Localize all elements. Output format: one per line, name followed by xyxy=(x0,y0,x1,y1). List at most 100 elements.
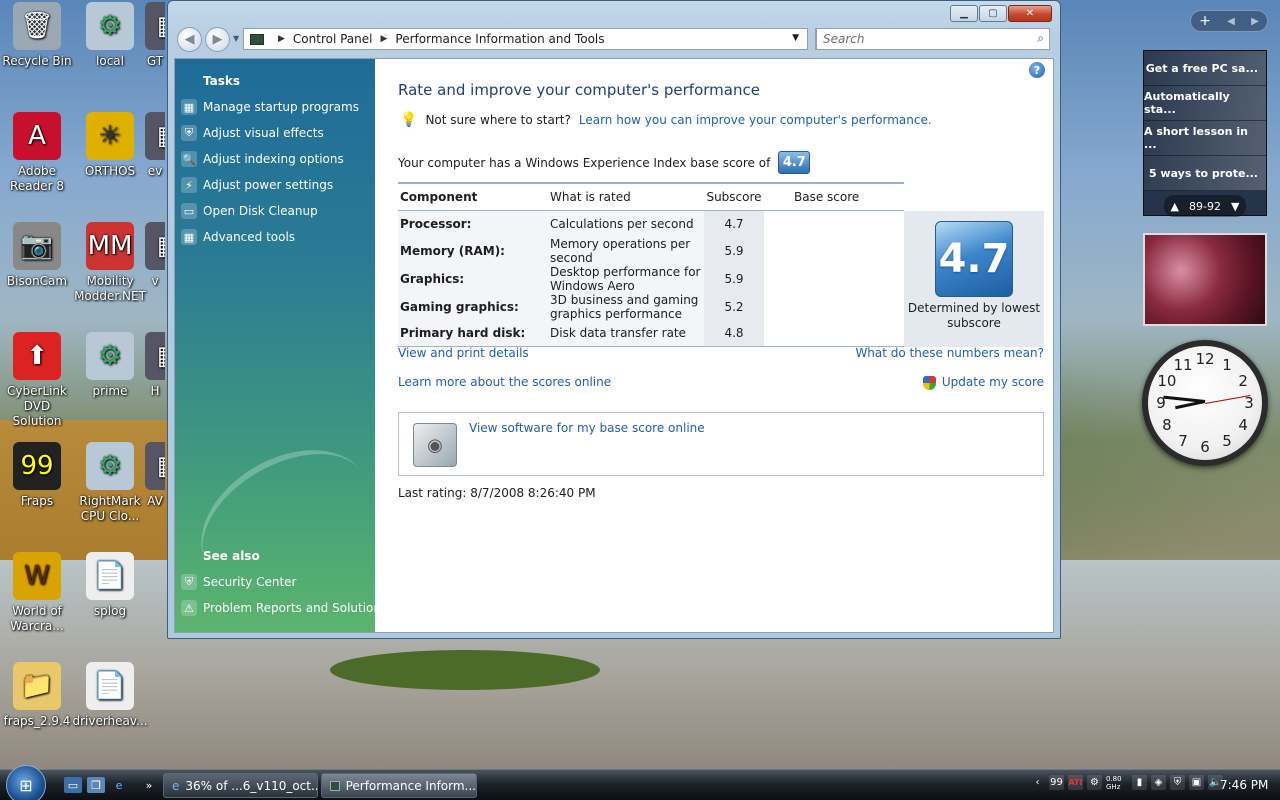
sidebar-next-icon[interactable]: ▶ xyxy=(1251,16,1259,27)
column-header-base-score: Base score xyxy=(764,182,904,211)
base-score-cell: 4.7 Determined by lowest subscore xyxy=(904,210,1044,347)
desktop-icon[interactable]: 📄 splog xyxy=(72,552,148,619)
feed-headline[interactable]: A short lesson in ... xyxy=(1144,121,1266,156)
desktop-icon-image: 📷 xyxy=(13,222,61,270)
slideshow-gadget[interactable] xyxy=(1143,233,1267,326)
desktop-icon[interactable]: 99 Fraps xyxy=(0,442,75,509)
desktop-icon[interactable]: ⬆ CyberLink DVD Solution xyxy=(0,332,75,429)
security-tray-icon[interactable]: ⛨ xyxy=(1170,775,1185,790)
fraps-tray-icon[interactable]: 99 xyxy=(1049,775,1064,790)
task-link[interactable]: ⛨ Security Center xyxy=(181,572,296,592)
address-dropdown-icon[interactable]: ▼ xyxy=(792,33,799,43)
spacer-cell xyxy=(764,210,904,237)
desktop-icon-label: Adobe Reader 8 xyxy=(10,164,64,193)
internet-explorer-icon[interactable]: e xyxy=(110,777,128,793)
desktop-icon[interactable]: A Adobe Reader 8 xyxy=(0,112,75,194)
component-cell: Gaming graphics: xyxy=(398,292,548,321)
desktop-icon[interactable]: ▦ GT xyxy=(145,2,165,69)
window-client-area: Tasks ▦ Manage startup programs ⛨ Adjust vi… xyxy=(174,58,1054,633)
desktop-icon[interactable]: MM Mobility Modder.NET xyxy=(72,222,148,304)
network-tray-icon[interactable]: ▣ xyxy=(1189,775,1204,790)
desktop-icon-label: RightMark CPU Clo... xyxy=(79,494,141,523)
switch-windows-icon[interactable]: ❐ xyxy=(87,777,105,793)
base-score-badge: 4.7 xyxy=(778,151,811,174)
task-icon: ⛨ xyxy=(181,574,197,590)
uac-shield-icon xyxy=(922,375,936,390)
desktop-icon[interactable]: ☀ ORTHOS xyxy=(72,112,148,179)
desktop-icon[interactable]: 📷 BisonCam xyxy=(0,222,75,289)
taskbar-button-performance[interactable]: Performance Inform... xyxy=(321,773,477,798)
taskbar-clock[interactable]: 7:46 PM xyxy=(1220,778,1268,792)
desktop-icon[interactable]: W World of Warcra... xyxy=(0,552,75,634)
desktop-icon[interactable]: 📄 driverheav... xyxy=(72,662,148,729)
component-cell: Processor: xyxy=(398,210,548,237)
add-gadget-icon[interactable]: + xyxy=(1199,13,1211,29)
desktop-icon-label: ORTHOS xyxy=(84,164,136,178)
more-quicklaunch-icon[interactable]: » xyxy=(140,777,158,793)
back-button[interactable]: ◀ xyxy=(177,27,202,52)
subscore-cell: 4.7 xyxy=(704,210,764,237)
task-link[interactable]: 🔍 Adjust indexing options xyxy=(181,149,344,169)
feed-headline[interactable]: Get a free PC sa... xyxy=(1144,51,1266,86)
chevron-right-icon[interactable]: ▶ xyxy=(278,34,285,44)
performance-window: ▁ ▢ ✕ ◀ ▶ ▼ ▶ Control Panel ▶ Performanc… xyxy=(167,0,1061,639)
update-score-group: Update my score xyxy=(922,375,1044,390)
desktop-icon-label: splog xyxy=(93,604,127,618)
desktop-icon-label: CyberLink DVD Solution xyxy=(7,384,67,428)
taskbar-button-ie[interactable]: e 36% of ...6_v110_oct... xyxy=(163,773,318,798)
start-button[interactable]: ⊞ xyxy=(6,765,46,800)
desktop-icon[interactable]: ▦ AV xyxy=(145,442,165,509)
search-input[interactable]: Search ⌕ xyxy=(816,28,1050,50)
close-button[interactable]: ✕ xyxy=(1008,5,1052,22)
desktop-icon[interactable]: ▦v xyxy=(145,222,165,289)
cpu-meter-icon[interactable]: ▮ xyxy=(1132,775,1147,790)
task-link[interactable]: ⛨ Adjust visual effects xyxy=(181,123,324,143)
tray-app-icon[interactable]: ◈ xyxy=(1151,775,1166,790)
feed-down-icon[interactable]: ▼ xyxy=(1231,200,1239,213)
ati-tray-icon[interactable]: ATI xyxy=(1068,775,1083,790)
numbers-mean-link[interactable]: What do these numbers mean? xyxy=(855,346,1044,360)
learn-more-scores-link[interactable]: Learn more about the scores online xyxy=(398,375,611,389)
spacer-cell xyxy=(764,236,904,265)
breadcrumb-control-panel[interactable]: Control Panel xyxy=(293,32,373,46)
sidebar-prev-icon[interactable]: ◀ xyxy=(1227,16,1235,27)
view-print-details-link[interactable]: View and print details xyxy=(398,346,529,360)
desktop-icon[interactable]: 📁 fraps_2.9.4 xyxy=(0,662,75,729)
forward-button[interactable]: ▶ xyxy=(205,27,230,52)
feed-headline[interactable]: Automatically sta... xyxy=(1144,86,1266,121)
maximize-button[interactable]: ▢ xyxy=(979,5,1007,22)
task-link[interactable]: ▦ Manage startup programs xyxy=(181,97,359,117)
task-link[interactable]: ▭ Open Disk Cleanup xyxy=(181,201,318,221)
recent-pages-dropdown[interactable]: ▼ xyxy=(233,34,239,43)
task-link[interactable]: ⚠ Problem Reports and Solutions xyxy=(181,598,387,618)
gear-icon[interactable]: ⚙ xyxy=(1087,775,1102,790)
task-label: Advanced tools xyxy=(203,230,296,244)
view-software-link[interactable]: View software for my base score online xyxy=(469,421,705,435)
tray-expand-icon[interactable]: ‹ xyxy=(1030,775,1045,790)
chevron-right-icon[interactable]: ▶ xyxy=(381,34,388,44)
improve-performance-link[interactable]: Learn how you can improve your computer'… xyxy=(579,113,932,127)
minimize-button[interactable]: ▁ xyxy=(950,5,978,22)
address-bar[interactable]: ▶ Control Panel ▶ Performance Informatio… xyxy=(243,28,808,50)
update-my-score-link[interactable]: Update my score xyxy=(942,375,1044,389)
task-link[interactable]: ⚡ Adjust power settings xyxy=(181,175,333,195)
desktop-icon[interactable]: ⚙ local xyxy=(72,2,148,69)
feed-up-icon[interactable]: ▲ xyxy=(1171,200,1179,213)
desktop-icon[interactable]: ⚙ RightMark CPU Clo... xyxy=(72,442,148,524)
desktop-icon[interactable]: ⚙ prime xyxy=(72,332,148,399)
cpu-speed-tray[interactable]: 0.80 GHz xyxy=(1106,775,1128,791)
clock-gadget[interactable]: 12 1 2 3 4 5 6 7 8 9 10 11 xyxy=(1142,340,1268,466)
task-icon: 🔍 xyxy=(181,151,197,167)
desktop-icon[interactable]: ▦H xyxy=(145,332,165,399)
taskbar: ⊞ ▭ ❐ e » e 36% of ...6_v110_oct... Perf… xyxy=(0,765,1280,800)
breadcrumb-performance[interactable]: Performance Information and Tools xyxy=(395,32,604,46)
task-link[interactable]: ▦ Advanced tools xyxy=(181,227,295,247)
show-desktop-icon[interactable]: ▭ xyxy=(64,777,82,793)
search-icon[interactable]: ⌕ xyxy=(1037,31,1044,46)
component-cell: Memory (RAM): xyxy=(398,236,548,265)
desktop-icon[interactable]: 🗑 Recycle Bin xyxy=(0,2,75,69)
feed-headline[interactable]: 5 ways to prote... xyxy=(1144,156,1266,191)
desktop-icon[interactable]: ▦ ev xyxy=(145,112,165,179)
sidebar-controls: + ◀ ▶ xyxy=(1190,10,1268,32)
help-icon[interactable]: ? xyxy=(1029,62,1045,78)
